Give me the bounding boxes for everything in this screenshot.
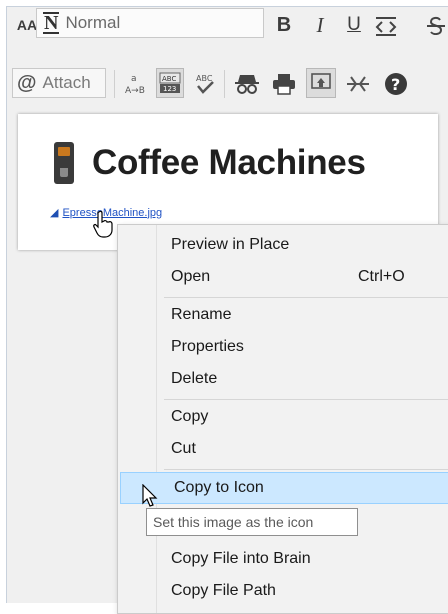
normal-style-icon: N <box>43 12 60 34</box>
toolbar-divider <box>224 70 225 98</box>
menu-item-copy[interactable]: Copy <box>118 401 448 433</box>
menu-item-label: Preview in Place <box>171 236 290 253</box>
bold-button[interactable]: B <box>272 12 296 38</box>
title-row: Coffee Machines <box>54 142 366 184</box>
toolbar-divider <box>114 70 115 98</box>
present-icon[interactable] <box>306 68 336 98</box>
underline-label: U <box>347 14 361 35</box>
font-size-button[interactable]: AA <box>16 14 38 36</box>
font-size-label: AA <box>16 17 38 33</box>
incognito-icon[interactable] <box>232 70 262 98</box>
tooltip: Set this image as the icon <box>146 508 358 536</box>
svg-text:?: ? <box>391 75 400 94</box>
menu-item-label: Cut <box>171 440 196 457</box>
menu-item-copy-file-into-brain[interactable]: Copy File into Brain <box>118 543 448 575</box>
italic-label: I <box>316 12 324 37</box>
code-icon[interactable] <box>372 14 400 38</box>
menu-separator <box>164 399 448 400</box>
menu-item-label: Delete <box>171 370 218 387</box>
menu-item-preview-in-place[interactable]: Preview in Place <box>118 229 448 261</box>
menu-item-label: Rename <box>171 306 232 323</box>
attach-label: Attach <box>42 73 91 92</box>
menu-item-copy-to-icon[interactable]: Copy to Icon <box>120 472 448 504</box>
paperclip-icon: @ <box>17 71 37 94</box>
help-icon[interactable]: ? <box>382 70 410 98</box>
menu-separator <box>164 297 448 298</box>
menu-item-shortcut: Ctrl+O <box>358 268 405 285</box>
menu-item-label: Properties <box>171 338 244 355</box>
menu-separator <box>164 469 448 470</box>
menu-item-properties[interactable]: Properties <box>118 331 448 363</box>
strikethrough-icon[interactable] <box>424 14 448 38</box>
arrow-cursor-icon <box>142 484 158 507</box>
menu-item-label: Copy to Icon <box>174 479 264 496</box>
coffee-machine-icon <box>54 142 74 184</box>
collapse-icon[interactable] <box>344 70 372 98</box>
style-value: Normal <box>65 13 121 32</box>
bold-label: B <box>276 13 292 36</box>
menu-item-delete[interactable]: Delete <box>118 363 448 395</box>
svg-text:ABC: ABC <box>162 75 176 83</box>
hand-cursor-icon <box>93 210 113 238</box>
menu-item-cut[interactable]: Cut <box>118 433 448 465</box>
svg-text:ABC: ABC <box>196 74 213 83</box>
print-icon[interactable] <box>270 70 298 98</box>
replace-icon[interactable]: a A→B <box>122 70 150 98</box>
menu-item-open[interactable]: Open Ctrl+O <box>118 261 448 293</box>
menu-item-rename[interactable]: Rename <box>118 299 448 331</box>
menu-item-label: Copy File into Brain <box>171 550 311 567</box>
italic-button[interactable]: I <box>308 12 332 38</box>
menu-item-label: Copy <box>171 408 209 425</box>
menu-item-label: Copy File Path <box>171 582 276 599</box>
underline-button[interactable]: U <box>342 12 366 38</box>
svg-text:123: 123 <box>163 85 176 93</box>
context-menu: Preview in Place Open Ctrl+O Rename Prop… <box>117 224 448 614</box>
svg-text:a: a <box>131 74 137 84</box>
spellcheck-icon[interactable]: ABC <box>192 70 218 98</box>
paragraph-style-dropdown[interactable]: N Normal <box>36 8 264 38</box>
menu-item-label: Open <box>171 268 211 285</box>
tooltip-text: Set this image as the icon <box>153 514 314 530</box>
page-title: Coffee Machines <box>92 143 366 182</box>
abc-123-icon[interactable]: ABC 123 <box>156 68 184 98</box>
image-file-icon: ◢ <box>50 207 59 219</box>
attach-button[interactable]: @ Attach <box>12 68 106 98</box>
svg-text:A→B: A→B <box>125 86 145 96</box>
menu-item-copy-file-path[interactable]: Copy File Path <box>118 575 448 607</box>
